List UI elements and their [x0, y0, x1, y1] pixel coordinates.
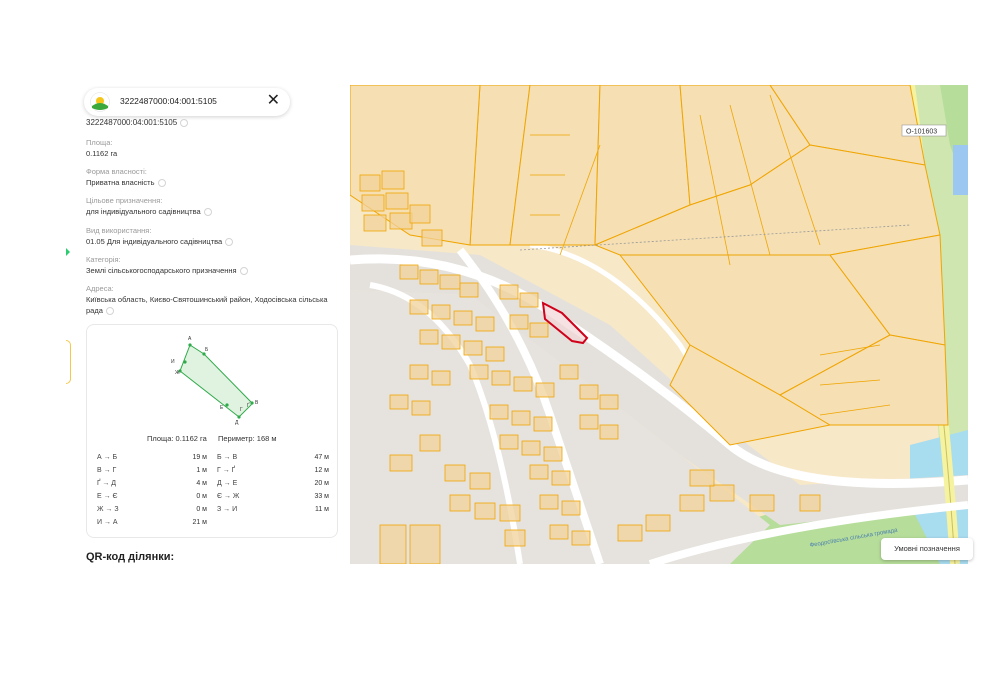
edge-label: Ж → З: [97, 506, 119, 513]
vertex-label: Г: [240, 407, 243, 413]
edge-label: Г → Ґ: [217, 467, 236, 474]
edge-label: В → Г: [97, 467, 117, 474]
search-input[interactable]: 3222487000:04:001:5105: [120, 96, 217, 106]
edge-label: Е → Є: [97, 493, 118, 500]
cadastral-number: 3222487000:04:001:5105: [86, 118, 189, 127]
info-icon[interactable]: [180, 118, 189, 127]
edge-value: 0 м: [196, 506, 207, 513]
edge-label: Б → В: [217, 454, 238, 461]
info-icon[interactable]: [225, 238, 234, 247]
vertex-label: И: [171, 359, 175, 365]
edge-value: 12 м: [314, 467, 329, 474]
edge-label: Ґ → Д: [97, 480, 117, 487]
edge-label: И → А: [97, 519, 118, 526]
ownership-value: Приватна власність: [86, 177, 336, 188]
edge-value: 47 м: [314, 454, 329, 461]
purpose-value: для індивідуального садівництва: [86, 206, 336, 217]
edge-value: 1 м: [196, 467, 207, 474]
panel-collapse-arrow[interactable]: [66, 248, 70, 256]
edge-value: 4 м: [196, 480, 207, 487]
road-code-label: О-101603: [906, 129, 937, 136]
ownership-label: Форма власності:: [86, 167, 147, 176]
parcel-info-panel: 3222487000:04:001:5105 ✕ 3222487000:04:0…: [78, 86, 344, 564]
address-label: Адреса:: [86, 284, 114, 293]
shape-area: Площа: 0.1162 га: [147, 434, 207, 443]
edge-label: Д → Е: [217, 480, 238, 487]
category-value: Землі сільськогосподарського призначення: [86, 265, 336, 276]
edge-value: 11 м: [314, 506, 329, 513]
address-value: Київська область, Києво-Святошинський ра…: [86, 295, 328, 316]
usage-label: Вид використання:: [86, 226, 152, 235]
edge-value: 19 м: [192, 454, 207, 461]
edge-label: Є → Ж: [217, 493, 240, 500]
vertex-label: Е: [220, 405, 224, 411]
vertex-label: В: [255, 400, 259, 406]
cadastral-map[interactable]: О-101603 Феодосіївська сільська громада: [350, 85, 968, 564]
edge-label: А → Б: [97, 454, 118, 461]
legend-button[interactable]: Умовні позначення: [881, 538, 973, 560]
parcel-shape-diagram: А Б В Г Ґ Д Е Ж И: [171, 336, 259, 426]
edge-value: 0 м: [196, 493, 207, 500]
usage-value: 01.05 Для індивідуального садівництва: [86, 236, 336, 247]
vertex-label: Ж: [175, 370, 180, 376]
edge-value: 21 м: [192, 519, 207, 526]
info-icon[interactable]: [203, 208, 212, 217]
area-value: 0.1162 га: [86, 149, 118, 158]
qr-code-title: QR-код ділянки:: [86, 551, 175, 563]
area-label: Площа:: [86, 138, 113, 147]
info-icon[interactable]: [157, 179, 166, 188]
map-canvas[interactable]: О-101603 Феодосіївська сільська громада: [350, 85, 968, 564]
edge-value: 33 м: [314, 493, 329, 500]
purpose-label: Цільове призначення:: [86, 196, 163, 205]
category-label: Категорія:: [86, 255, 121, 264]
vertex-label: Б: [205, 347, 209, 353]
app-logo-icon: [90, 92, 110, 112]
edge-label: З → И: [217, 506, 238, 513]
vertex-label: Д: [235, 420, 239, 426]
vertex-label: А: [188, 336, 192, 342]
info-icon[interactable]: [239, 267, 248, 276]
shape-perimeter: Периметр: 168 м: [218, 434, 277, 443]
search-bar[interactable]: 3222487000:04:001:5105 ✕: [84, 88, 290, 116]
edge-value: 20 м: [314, 480, 329, 487]
info-icon[interactable]: [105, 307, 114, 316]
parcel-shape-card: А Б В Г Ґ Д Е Ж И Площа: 0.1162 га Перим…: [86, 324, 338, 538]
panel-toggle-handle[interactable]: [66, 340, 71, 384]
close-icon[interactable]: ✕: [267, 92, 280, 110]
